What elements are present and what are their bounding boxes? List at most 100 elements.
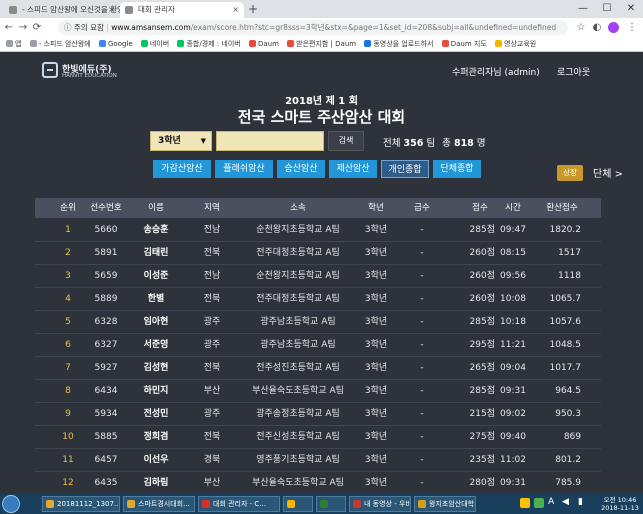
taskbar-item[interactable] [283, 496, 313, 512]
app-icon [418, 500, 426, 508]
column-header: 시간 [505, 203, 521, 213]
taskbar: 20181112_1307... 스마트경시대회... 대회 관리자 - C... 내… [0, 494, 643, 514]
search-button[interactable]: 검색 [328, 131, 364, 151]
bookmark-item[interactable]: Google [98, 37, 133, 51]
table-row[interactable]: 9 5934 전성민 광주 광주송정초등학교 A팀 3학년 - 215점 09:02 950.3 [35, 403, 601, 426]
cell-id: 5891 [94, 248, 118, 258]
extension-icon[interactable]: ◐ [590, 18, 604, 37]
cell-rank: 2 [65, 248, 71, 258]
language-icon[interactable]: A [548, 497, 554, 507]
logout-link[interactable]: 로그아웃 [557, 65, 590, 78]
table-row[interactable]: 1 5660 송승훈 전남 순천왕지초등학교 A팀 3학년 - 285점 09:47 1820.2 [35, 219, 601, 242]
daum-icon [248, 40, 256, 47]
cell-score: 235점 [469, 455, 495, 465]
cell-id: 5934 [94, 409, 118, 419]
taskbar-item-label: 내 동영상 - 우비... [364, 500, 411, 508]
table-row[interactable]: 3 5659 이성준 전남 순천왕지초등학교 A팀 3학년 - 260점 09:56 1118 [35, 265, 601, 288]
grade-select[interactable]: 3학년 ▼ [150, 131, 212, 151]
url-field[interactable]: ⓘ 주의 요함 | www.amsansem.com/exam/score.ht… [58, 20, 568, 35]
tab-multiply[interactable]: 승산암산 [277, 160, 325, 178]
menu-icon[interactable]: ⋮ [625, 18, 639, 37]
taskbar-item[interactable]: 대회 관리자 - C... [198, 496, 280, 512]
table-row[interactable]: 7 5927 김성현 전북 전주성진초등학교 A팀 3학년 - 265점 09:04 1017.7 [35, 357, 601, 380]
cell-time: 09:02 [500, 409, 526, 419]
browser-tab-admin[interactable]: 대회 관리자 × [120, 2, 244, 18]
cell-grade: 3학년 [364, 340, 388, 350]
taskbar-item[interactable]: 왕지초암산대학... [414, 496, 476, 512]
taskbar-item[interactable]: 20181112_1307... [42, 496, 120, 512]
forward-icon[interactable]: → [16, 18, 30, 37]
taskbar-item[interactable]: 스마트경시대회... [123, 496, 195, 512]
taskbar-item[interactable] [316, 496, 346, 512]
cell-rank: 4 [65, 294, 71, 304]
bookmark-item[interactable]: 앱 [6, 37, 21, 51]
taskbar-item-label: 왕지초암산대학... [429, 500, 476, 508]
bookmark-item[interactable]: 종합/경제 : 네이버 [177, 37, 241, 51]
table-row[interactable]: 5 6328 임아현 광주 광주남초등학교 A팀 3학년 - 285점 10:18 1057.6 [35, 311, 601, 334]
table-row[interactable]: 6 6327 서준영 광주 광주남초등학교 A팀 3학년 - 295점 11:21 1048.5 [35, 334, 601, 357]
cell-rank: 11 [62, 455, 74, 465]
cell-name: 임아현 [143, 317, 169, 327]
cell-region: 전북 [203, 363, 221, 373]
close-icon[interactable]: × [232, 2, 239, 18]
bookmark-item[interactable]: 네이버 [140, 37, 169, 51]
avatar[interactable] [608, 22, 619, 33]
url-host: www.amsansem.com [111, 23, 191, 32]
new-tab-button[interactable]: + [248, 1, 258, 17]
cell-conv: 1065.7 [549, 294, 582, 304]
bookmarks-bar: 앱 - 스피드 암산왕에 Google 네이버 종합/경제 : 네이버 Daum… [0, 37, 643, 52]
cell-region: 전북 [203, 294, 221, 304]
close-window-button[interactable]: ✕ [619, 0, 643, 18]
back-icon[interactable]: ← [2, 18, 16, 37]
page-icon [9, 6, 17, 14]
bookmark-item[interactable]: Daum 지도 [441, 37, 487, 51]
bookmark-item[interactable]: - 스피드 암산왕에 [29, 37, 91, 51]
network-icon[interactable]: ▮ [578, 497, 583, 507]
minimize-button[interactable]: — [571, 0, 595, 18]
cell-conv: 1048.5 [549, 340, 582, 350]
bookmark-item[interactable]: 동영상을 업로드하서 [364, 37, 434, 51]
bookmark-item[interactable]: 받은편지함 | Daum [287, 37, 356, 51]
column-header: 환산점수 [546, 203, 578, 213]
cell-org: 광주남초등학교 A팀 [260, 340, 336, 350]
system-clock[interactable]: 오전 10:46 2018-11-13 [600, 496, 640, 512]
table-row[interactable]: 2 5891 김태린 전북 전주대정초등학교 A팀 3학년 - 260점 08:15 1517 [35, 242, 601, 265]
start-button[interactable] [2, 495, 20, 513]
cell-rank: 8 [65, 386, 71, 396]
award-button[interactable]: 상장 [557, 165, 583, 181]
cell-rank: 9 [65, 409, 71, 419]
bookmark-item[interactable]: Daum [248, 37, 279, 51]
close-icon[interactable]: × [108, 2, 115, 18]
cell-time: 09:31 [500, 386, 526, 396]
map-icon [441, 40, 449, 47]
cell-org: 영주풍기초등학교 A팀 [256, 455, 340, 465]
tab-flash[interactable]: 플래쉬암산 [215, 160, 273, 178]
browser-tab-speed[interactable]: - 스피드 암산왕에 오신것을 환영 × [4, 2, 120, 18]
tab-divide[interactable]: 제산암산 [329, 160, 377, 178]
cell-level: - [420, 225, 424, 235]
cell-level: - [420, 455, 424, 465]
group-link[interactable]: 단체 > [593, 165, 623, 180]
cell-grade: 3학년 [364, 225, 388, 235]
table-row[interactable]: 8 6434 하민지 부산 부산율숙도초등학교 A팀 3학년 - 285점 09:31 964.5 [35, 380, 601, 403]
table-row[interactable]: 4 5889 한별 전북 전주대정초등학교 A팀 3학년 - 260점 10:08 1065.7 [35, 288, 601, 311]
bookmark-item[interactable]: 영상교육원 [495, 37, 536, 51]
table-row[interactable]: 10 5885 정희겸 전북 전주신성초등학교 A팀 3학년 - 275점 09:40 869 [35, 426, 601, 449]
table-row[interactable]: 12 6435 김하림 부산 부산율숙도초등학교 A팀 3학년 - 280점 09:31 785.… [35, 472, 601, 495]
table-row[interactable]: 11 6457 이선우 경북 영주풍기초등학교 A팀 3학년 - 235점 11:02 801.2 [35, 449, 601, 472]
tray-icon[interactable] [534, 498, 544, 508]
search-input[interactable] [216, 131, 324, 151]
tab-addsub[interactable]: 가감산암산 [153, 160, 211, 178]
star-icon[interactable]: ☆ [574, 18, 588, 37]
taskbar-item[interactable]: 내 동영상 - 우비... [349, 496, 411, 512]
info-icon[interactable]: ⓘ [64, 23, 72, 32]
cell-name: 정희겸 [143, 432, 169, 442]
volume-icon[interactable]: ◀ [562, 497, 569, 507]
tray-icon[interactable] [520, 498, 530, 508]
maximize-button[interactable]: ☐ [595, 0, 619, 18]
cell-name: 한별 [147, 294, 165, 304]
tab-group-total[interactable]: 단체종합 [433, 160, 481, 178]
cell-grade: 3학년 [364, 478, 388, 488]
tab-individual-total[interactable]: 개인종합 [381, 160, 429, 178]
reload-icon[interactable]: ⟳ [30, 18, 44, 37]
